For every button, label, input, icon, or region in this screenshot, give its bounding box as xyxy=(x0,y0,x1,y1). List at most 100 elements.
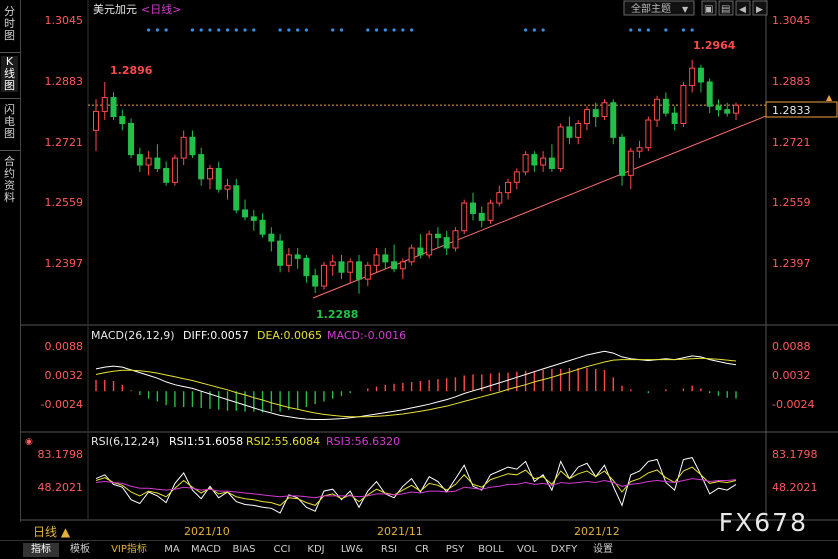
signal-dot xyxy=(252,28,256,32)
candle-body xyxy=(136,154,143,166)
signal-dot xyxy=(190,28,195,32)
sidebar-separator xyxy=(0,52,20,53)
layout-icon-b[interactable]: ▤ xyxy=(721,4,730,15)
theme-select[interactable]: 全部主题 xyxy=(631,2,671,15)
signal-dot xyxy=(155,28,159,32)
rsi-tick: 83.1798 xyxy=(38,448,84,461)
tab-lw[interactable]: LW& xyxy=(337,543,367,557)
price-chart[interactable]: 美元加元 <日线> 全部主题 ▼ ▣ ▤ ◀ ▶ 1.3045 1.2883 1… xyxy=(21,0,838,540)
signal-dot xyxy=(410,28,414,32)
high-label: 1.2896 xyxy=(110,64,153,77)
candle-body xyxy=(645,119,652,149)
price-tick: 1.2559 xyxy=(45,196,84,209)
candle-body xyxy=(434,233,441,239)
macd-tick: -0.0024 xyxy=(772,398,814,411)
tab-cci[interactable]: CCI xyxy=(267,543,297,557)
candle-body xyxy=(575,122,582,138)
candle-body xyxy=(469,202,476,214)
candle-body xyxy=(680,84,687,124)
tab-dxfy[interactable]: DXFY xyxy=(547,543,581,557)
candle-body xyxy=(198,154,205,180)
tab-bias[interactable]: BIAS xyxy=(228,543,260,557)
signal-dot xyxy=(366,28,370,32)
candle-body xyxy=(487,202,494,221)
rsi-title: RSI(6,12,24) xyxy=(91,435,159,448)
macd-dea-value: DEA:0.0065 xyxy=(257,329,322,342)
macd-title: MACD(26,12,9) xyxy=(91,329,175,342)
tab-psy[interactable]: PSY xyxy=(440,543,470,557)
candle-body xyxy=(338,261,345,273)
candle-body xyxy=(522,154,529,173)
price-tick: 1.2883 xyxy=(772,75,811,88)
tab-vol[interactable]: VOL xyxy=(513,543,541,557)
candle-body xyxy=(382,254,389,263)
tab-cr[interactable]: CR xyxy=(409,543,435,557)
rsi2-value: RSI2:55.6084 xyxy=(246,435,320,448)
signal-dot xyxy=(374,28,379,32)
tab-ma[interactable]: MA xyxy=(160,543,184,557)
candle-body xyxy=(206,167,213,180)
candle-body xyxy=(627,150,634,176)
price-tick: 1.3045 xyxy=(45,14,84,27)
candle-body xyxy=(189,136,196,156)
tab-macd[interactable]: MACD xyxy=(189,543,223,557)
candle-body xyxy=(145,157,152,166)
sidebar-tab-timeshare[interactable]: 分时图 xyxy=(1,6,18,42)
signal-dot xyxy=(532,28,536,32)
candle-body xyxy=(250,216,257,221)
tab-template[interactable]: 模板 xyxy=(62,543,98,557)
macd-tick: 0.0088 xyxy=(772,340,811,353)
tab-vip-indicator[interactable]: VIP指标 xyxy=(102,543,156,557)
tab-rsi[interactable]: RSI xyxy=(374,543,404,557)
candle-body xyxy=(312,275,319,287)
candle-body xyxy=(329,261,336,266)
tab-kdj[interactable]: KDJ xyxy=(301,543,331,557)
candle-body xyxy=(93,110,99,131)
sidebar-tab-contract-info[interactable]: 合约资料 xyxy=(1,156,18,204)
scroll-right-icon[interactable]: ▶ xyxy=(756,5,763,15)
candle-body xyxy=(399,261,406,270)
signal-dot xyxy=(243,28,247,32)
sidebar-tab-kline[interactable]: K线图 xyxy=(1,56,18,92)
macd-diff-value: DIFF:0.0057 xyxy=(183,329,249,342)
tab-boll[interactable]: BOLL xyxy=(474,543,508,557)
candle-body xyxy=(373,254,380,266)
candle-body xyxy=(557,126,564,169)
tab-indicator[interactable]: 指标 xyxy=(23,543,59,557)
candle-body xyxy=(662,98,669,114)
candle-body xyxy=(320,264,327,287)
x-axis-label: 2021/10 xyxy=(184,525,230,538)
rsi-settings-icon[interactable]: ◉ xyxy=(25,437,33,447)
candle-body xyxy=(154,157,161,169)
layout-icon-a[interactable]: ▣ xyxy=(704,4,713,15)
scroll-left-icon[interactable]: ◀ xyxy=(739,5,746,15)
candle-body xyxy=(461,202,468,232)
left-sidebar: 分时图 K线图 闪电图 合约资料 xyxy=(0,0,21,522)
sidebar-separator xyxy=(0,98,20,99)
signal-dot xyxy=(234,28,238,32)
candle-body xyxy=(391,261,398,270)
candle-body xyxy=(496,192,503,204)
candle-body xyxy=(180,136,187,159)
period-toggle-button[interactable]: 日线 ▲ xyxy=(33,525,71,539)
candle-body xyxy=(583,109,590,124)
price-tick: 1.2397 xyxy=(45,257,84,270)
candle-body xyxy=(601,102,608,118)
period-label[interactable]: <日线> xyxy=(141,2,181,16)
signal-dot xyxy=(217,28,221,32)
rsi1-value: RSI1:51.6058 xyxy=(169,435,243,448)
signal-dot xyxy=(541,28,545,32)
macd-axis-right: 0.0088 0.0032 -0.0024 xyxy=(772,340,814,411)
rsi-tick: 48.2021 xyxy=(772,481,818,494)
tab-settings[interactable]: 设置 xyxy=(588,543,618,557)
rsi-tick: 48.2021 xyxy=(38,481,84,494)
candle-body xyxy=(689,67,696,86)
candle-body xyxy=(426,233,433,256)
macd-tick: 0.0032 xyxy=(772,369,811,382)
candle-body xyxy=(636,147,643,152)
signal-dot xyxy=(629,28,633,32)
signal-dot xyxy=(681,28,685,32)
signal-dot xyxy=(523,28,528,32)
candle-body xyxy=(224,185,231,190)
sidebar-tab-flash[interactable]: 闪电图 xyxy=(1,104,18,140)
